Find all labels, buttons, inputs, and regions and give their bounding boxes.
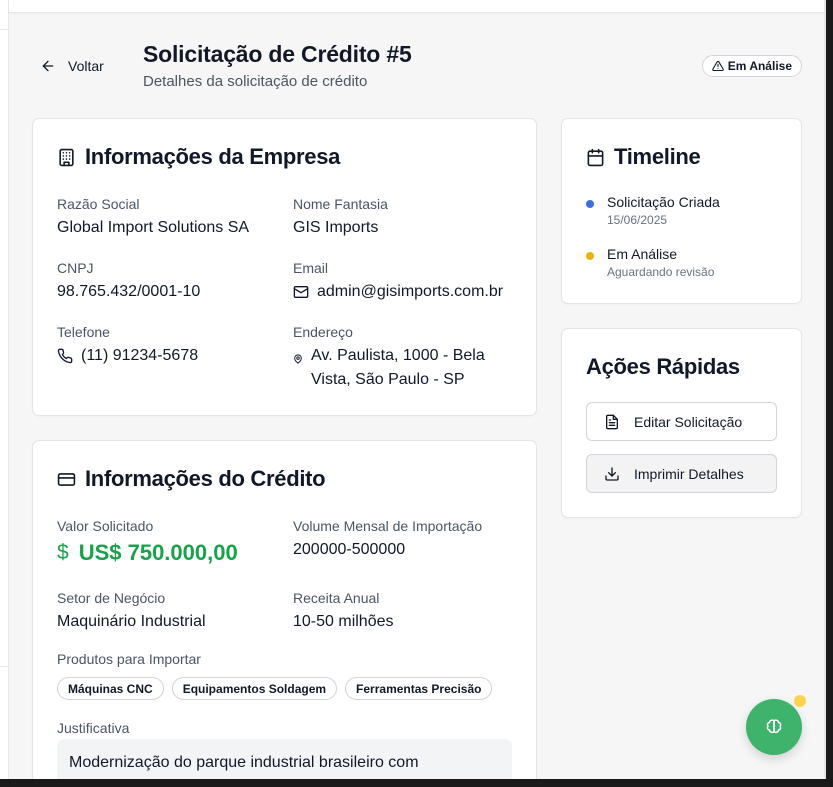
edit-request-button[interactable]: Editar Solicitação <box>586 402 777 441</box>
file-text-icon <box>606 414 618 429</box>
justificativa-text: Modernização do parque industrial brasil… <box>57 739 512 779</box>
product-chip: Máquinas CNC <box>57 677 164 700</box>
timeline-dot <box>586 252 594 260</box>
endereco-label: Endereço <box>293 324 353 340</box>
produtos-label: Produtos para Importar <box>57 651 201 667</box>
brain-icon <box>766 719 782 734</box>
razao-social-value: Global Import Solutions SA <box>57 219 250 236</box>
razao-social-label: Razão Social <box>57 196 140 212</box>
calendar-icon <box>587 148 604 166</box>
telefone-label: Telefone <box>57 324 110 340</box>
divider <box>0 666 9 667</box>
quick-actions-title: Ações Rápidas <box>586 354 740 379</box>
timeline-title-text: Timeline <box>614 144 701 169</box>
endereco-value: Av. Paulista, 1000 - Bela Vista, São Pau… <box>293 344 513 392</box>
email-label: Email <box>293 260 329 276</box>
volume-value: 200000-500000 <box>293 541 406 558</box>
product-chip: Equipamentos Soldagem <box>171 677 338 700</box>
top-navbar <box>9 0 826 13</box>
page-title: Solicitação de Crédito #5 <box>143 41 412 67</box>
setor-label: Setor de Negócio <box>57 590 166 606</box>
print-details-button[interactable]: Imprimir Detalhes <box>586 454 777 493</box>
company-card-title-text: Informações da Empresa <box>85 144 341 169</box>
scrollbar-track[interactable] <box>824 0 826 779</box>
timeline-title: Timeline <box>586 144 701 170</box>
valor-amount: $ US$ 750.000,00 <box>57 540 238 566</box>
status-badge: Em Análise <box>701 55 802 77</box>
product-chip: Ferramentas Precisão <box>345 677 493 700</box>
print-details-label: Imprimir Detalhes <box>634 465 744 482</box>
email-value: admin@gisimports.com.br <box>293 280 503 304</box>
telefone-value: (11) 91234-5678 <box>57 344 198 368</box>
timeline-item-date: 15/06/2025 <box>607 213 668 227</box>
app-window: Voltar Solicitação de Crédito #5 Detalhe… <box>0 0 826 779</box>
valor-label: Valor Solicitado <box>57 518 154 534</box>
edit-request-label: Editar Solicitação <box>634 413 743 430</box>
justificativa-label: Justificativa <box>57 720 130 736</box>
timeline-item-title: Em Análise <box>607 246 678 262</box>
cnpj-value: 98.765.432/0001-10 <box>57 283 201 300</box>
telefone-text: (11) 91234-5678 <box>81 347 199 364</box>
produtos-chips: Máquinas CNC Equipamentos Soldagem Ferra… <box>57 677 493 700</box>
divider <box>0 29 9 30</box>
receita-label: Receita Anual <box>293 590 380 606</box>
nome-fantasia-value: GIS Imports <box>293 219 379 236</box>
company-card-title: Informações da Empresa <box>57 144 340 170</box>
sidebar-edge <box>0 0 9 779</box>
quick-actions-card: Ações Rápidas Editar Solicitação Imprimi… <box>561 328 802 518</box>
mail-icon <box>293 286 309 298</box>
valor-text: US$ 750.000,00 <box>78 540 238 565</box>
email-text: admin@gisimports.com.br <box>317 283 504 300</box>
timeline-card: Timeline Solicitação Criada 15/06/2025 E… <box>561 118 802 304</box>
credit-info-card: Informações do Crédito Valor Solicitado … <box>32 440 537 779</box>
page-subtitle: Detalhes da solicitação de crédito <box>143 73 368 90</box>
credit-card-title: Informações do Crédito <box>57 466 326 492</box>
timeline-item-title: Solicitação Criada <box>607 194 720 210</box>
status-label: Em Análise <box>727 59 792 73</box>
credit-card-title-text: Informações do Crédito <box>85 466 326 491</box>
arrow-left-icon <box>42 60 54 72</box>
endereco-text: Av. Paulista, 1000 - Bela Vista, São Pau… <box>311 347 485 388</box>
cnpj-label: CNPJ <box>57 260 94 276</box>
download-icon <box>605 466 619 481</box>
back-button[interactable]: Voltar <box>40 54 104 78</box>
alert-triangle-icon <box>711 60 724 72</box>
credit-card-icon <box>57 472 76 486</box>
back-label: Voltar <box>68 58 104 74</box>
map-pin-icon <box>294 354 302 364</box>
timeline-item-sub: Aguardando revisão <box>607 265 715 279</box>
dollar-icon: $ <box>57 541 69 564</box>
company-info-card: Informações da Empresa Razão Social Glob… <box>32 118 537 416</box>
nome-fantasia-label: Nome Fantasia <box>293 196 388 212</box>
volume-label: Volume Mensal de Importação <box>293 518 483 534</box>
receita-value: 10-50 milhões <box>293 613 394 630</box>
phone-icon <box>57 348 73 364</box>
setor-value: Maquinário Industrial <box>57 613 206 630</box>
timeline-dot <box>586 200 594 208</box>
notification-dot <box>794 695 806 707</box>
building-icon <box>59 148 74 166</box>
assistant-fab-button[interactable] <box>746 699 802 755</box>
